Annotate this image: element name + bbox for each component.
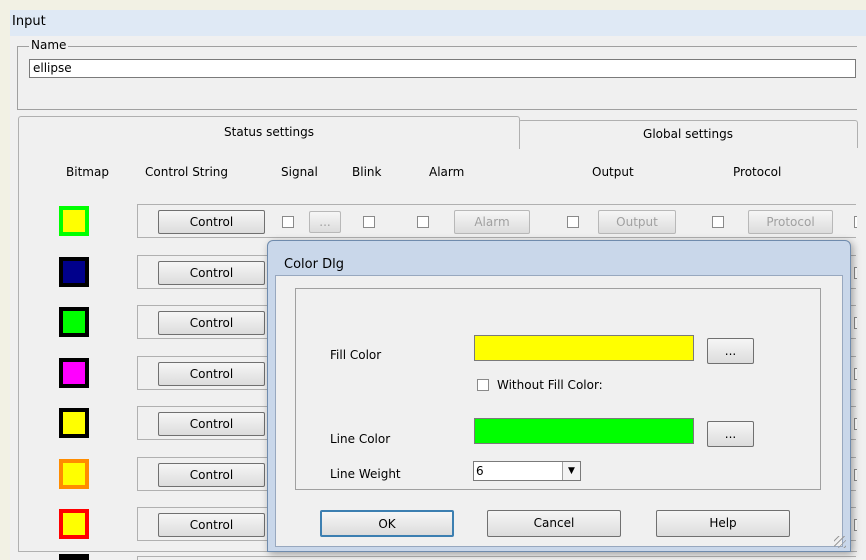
line-color-label: Line Color [330,432,391,446]
blink-checkbox[interactable] [363,216,375,228]
window-title: Input [12,14,46,29]
alarm-button[interactable]: Alarm [454,210,530,234]
extra-checkbox[interactable] [854,418,857,430]
resize-grip-icon[interactable] [834,536,846,548]
row-frame-partial [137,556,856,560]
column-header-blink: Blink [352,165,382,179]
bitmap-swatch[interactable] [59,307,89,337]
without-fill-label: Without Fill Color: [497,378,603,392]
fill-color-swatch[interactable] [474,335,694,361]
control-button[interactable]: Control [158,311,265,335]
protocol-button[interactable]: Protocol [748,210,833,234]
bitmap-swatch-partial [59,554,89,560]
column-header-protocol: Protocol [733,165,782,179]
without-fill-checkbox[interactable] [477,379,489,391]
extra-checkbox[interactable] [854,317,857,329]
color-dialog: Color Dlg Fill Color ... Without Fill Co… [267,240,851,552]
dialog-inner-frame: Fill Color ... Without Fill Color: Line … [295,288,821,490]
line-weight-value: 6 [476,464,484,478]
output-checkbox[interactable] [567,216,579,228]
extra-checkbox[interactable] [854,368,857,380]
ok-button[interactable]: OK [320,510,454,537]
line-color-browse-button[interactable]: ... [707,421,754,447]
bitmap-swatch[interactable] [59,459,89,489]
protocol-checkbox[interactable] [712,216,724,228]
cancel-button[interactable]: Cancel [487,510,621,537]
extra-checkbox[interactable] [854,469,857,481]
output-button[interactable]: Output [598,210,676,234]
column-header-output: Output [592,165,634,179]
row-frame: Control ... Alarm Output Protocol [137,204,857,238]
tab-status-settings[interactable]: Status settings [18,116,520,149]
bitmap-swatch[interactable] [59,408,89,438]
control-button[interactable]: Control [158,513,265,537]
name-group [17,46,857,110]
help-button[interactable]: Help [656,510,790,537]
name-legend: Name [29,38,69,52]
control-button[interactable]: Control [158,261,265,285]
extra-checkbox[interactable] [854,216,857,228]
signal-browse-button[interactable]: ... [309,211,341,233]
bitmap-swatch[interactable] [59,358,89,388]
fill-color-browse-button[interactable]: ... [707,338,754,364]
column-header-bitmap: Bitmap [66,165,109,179]
line-weight-select[interactable]: 6 ▼ [473,461,581,481]
line-color-swatch[interactable] [474,418,694,444]
tab-global-settings[interactable]: Global settings [518,120,858,148]
window-titlebar: Input [10,10,866,36]
extra-checkbox[interactable] [854,519,857,531]
name-input[interactable]: ellipse [29,59,856,78]
column-header-control-string: Control String [145,165,229,179]
control-button[interactable]: Control [158,412,265,436]
control-button[interactable]: Control [158,463,265,487]
column-header-alarm: Alarm [429,165,465,179]
bitmap-swatch[interactable] [59,257,89,287]
chevron-down-icon[interactable]: ▼ [562,462,580,480]
column-header-signal: Signal [281,165,318,179]
dialog-body: Fill Color ... Without Fill Color: Line … [275,275,843,547]
bitmap-swatch[interactable] [59,206,89,236]
bitmap-swatch[interactable] [59,509,89,539]
line-weight-label: Line Weight [330,467,401,481]
control-button[interactable]: Control [158,210,265,234]
extra-checkbox[interactable] [854,267,857,279]
fill-color-label: Fill Color [330,348,382,362]
dialog-title: Color Dlg [284,257,344,272]
alarm-checkbox[interactable] [417,216,429,228]
control-button[interactable]: Control [158,362,265,386]
signal-checkbox[interactable] [282,216,294,228]
